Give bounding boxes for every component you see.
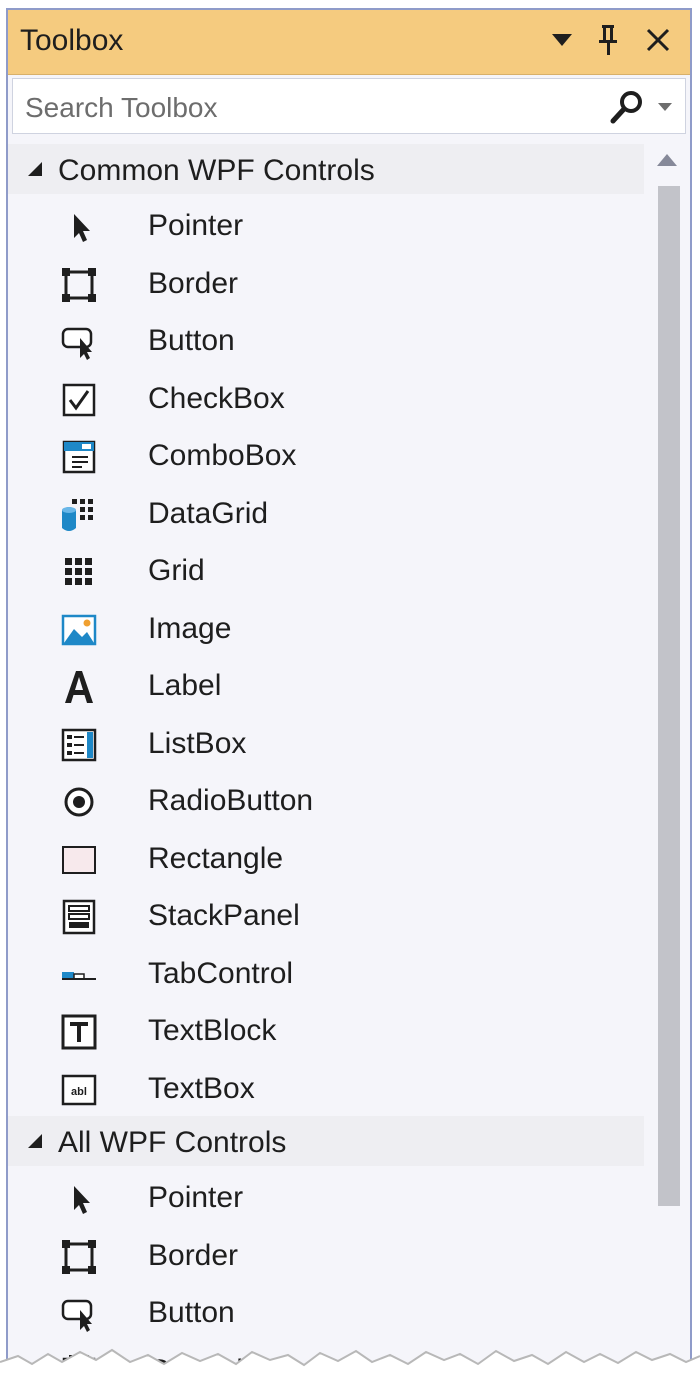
item-label: TabControl (148, 957, 294, 990)
item-label: Button (148, 324, 235, 357)
toolbox-item-textblock[interactable]: TextBlock (8, 1003, 644, 1060)
toolbox-item-stackpanel[interactable]: StackPanel (8, 888, 644, 945)
search-icon[interactable] (609, 89, 645, 125)
item-label: StackPanel (148, 899, 300, 932)
pointer-icon (74, 1186, 90, 1214)
pointer-icon (74, 214, 90, 242)
label-icon (65, 671, 93, 703)
toolbox-item-combobox[interactable]: ComboBox (8, 428, 644, 485)
item-label: Image (148, 612, 232, 645)
collapse-triangle-icon[interactable] (26, 1132, 44, 1150)
toolbox-item-border[interactable]: Border (8, 256, 644, 313)
scroll-up-arrow-icon[interactable] (656, 152, 678, 168)
stackpanel-icon (62, 899, 96, 935)
item-label: Grid (148, 554, 205, 587)
toolbox-item-rectangle[interactable]: Rectangle (8, 831, 644, 888)
toolbox-item-tabcontrol[interactable]: TabControl (8, 946, 644, 1003)
item-label: CheckBox (148, 382, 285, 415)
group-header-common-wpf-controls[interactable]: Common WPF Controls (8, 144, 644, 194)
svg-text:abl: abl (71, 1086, 87, 1098)
search-toolbox-input[interactable]: Search Toolbox (12, 78, 686, 134)
toolbox-item-border[interactable]: Border (8, 1228, 644, 1285)
toolbox-item-grid[interactable]: Grid (8, 543, 644, 600)
border-icon (62, 268, 96, 302)
toolbox-item-textbox[interactable]: abl TextBox (8, 1061, 644, 1118)
item-label: Rectangle (148, 842, 284, 875)
collapse-triangle-icon[interactable] (26, 160, 44, 178)
auto-hide-pin-button[interactable] (588, 20, 628, 60)
datagrid-icon (62, 499, 93, 531)
border-icon (62, 1240, 96, 1274)
textblock-icon (61, 1014, 97, 1050)
image-icon (61, 614, 97, 646)
toolbox-list: Common WPF Controls Pointer Border Butto… (8, 138, 644, 1366)
toolbox-item-checkbox[interactable]: CheckBox (8, 371, 644, 428)
button-icon (61, 327, 93, 360)
rectangle-icon (62, 846, 96, 874)
listbox-icon (61, 728, 97, 762)
item-label: Border (148, 1239, 239, 1272)
caret-down-icon (552, 34, 572, 46)
item-label: Pointer (148, 209, 244, 242)
item-label: Pointer (148, 1181, 244, 1214)
toolbox-titlebar: Toolbox (8, 10, 690, 75)
radiobutton-icon (64, 787, 94, 817)
toolbox-item-button[interactable]: Button (8, 1285, 644, 1342)
button-icon (61, 1299, 93, 1332)
item-label: TextBlock (148, 1014, 277, 1047)
scrollbar-thumb[interactable] (658, 186, 680, 1206)
grid-icon (65, 558, 92, 585)
item-label: TextBox (148, 1072, 255, 1105)
search-placeholder: Search Toolbox (25, 92, 218, 123)
toolbox-item-listbox[interactable]: ListBox (8, 716, 644, 773)
item-label: Label (148, 669, 222, 702)
group-label: All WPF Controls (58, 1126, 287, 1159)
checkbox-icon (62, 383, 96, 417)
window-title: Toolbox (20, 24, 124, 57)
item-label: Border (148, 267, 239, 300)
combobox-icon (62, 440, 96, 474)
toolbox-window: Toolbox Search Toolbox Common WPF Contro… (6, 8, 692, 1368)
toolbox-item-button[interactable]: Button (8, 313, 644, 370)
tabcontrol-icon (62, 972, 96, 980)
vertical-scrollbar[interactable] (648, 146, 684, 1366)
item-label: ListBox (148, 727, 247, 760)
item-label: ComboBox (148, 439, 297, 472)
toolbox-item-pointer[interactable]: Pointer (8, 1170, 644, 1227)
window-position-dropdown-button[interactable] (542, 20, 582, 60)
item-label: RadioButton (148, 784, 314, 817)
pin-icon (599, 25, 617, 55)
toolbox-item-datagrid[interactable]: DataGrid (8, 486, 644, 543)
item-label: Button (148, 1296, 235, 1329)
item-label: DataGrid (148, 497, 269, 530)
search-options-dropdown-icon[interactable] (655, 97, 675, 117)
close-button[interactable] (638, 20, 678, 60)
group-label: Common WPF Controls (58, 154, 375, 187)
toolbox-item-image[interactable]: Image (8, 601, 644, 658)
torn-edge-decoration (0, 1348, 700, 1389)
close-icon (646, 28, 670, 52)
toolbox-item-radiobutton[interactable]: RadioButton (8, 773, 644, 830)
textbox-icon: abl (61, 1074, 97, 1106)
toolbox-item-label[interactable]: Label (8, 658, 644, 715)
group-header-all-wpf-controls[interactable]: All WPF Controls (8, 1116, 644, 1166)
toolbox-item-pointer[interactable]: Pointer (8, 198, 644, 255)
